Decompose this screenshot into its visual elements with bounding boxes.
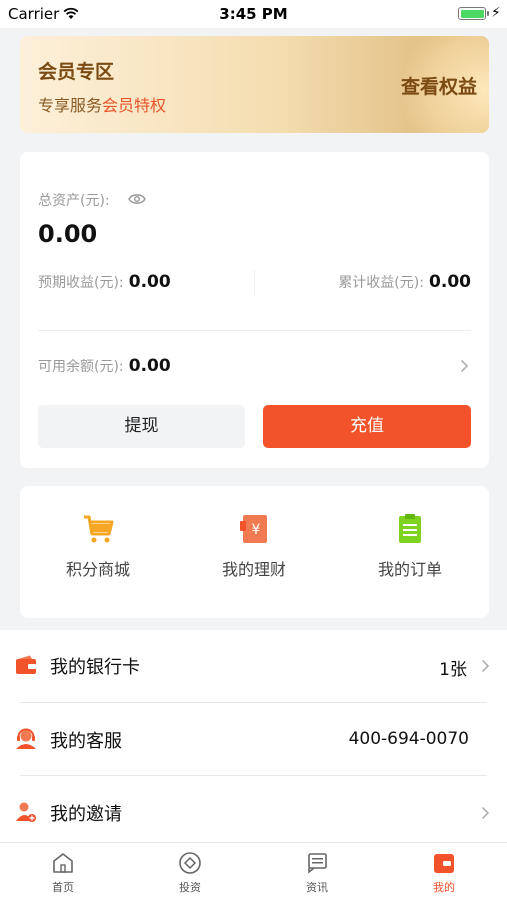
list-item-invitation[interactable]: 我的邀请 (0, 777, 507, 847)
tab-news[interactable]: 资讯 (254, 843, 380, 900)
list-item-customer-service[interactable]: 我的客服 400-694-0070 (0, 704, 507, 774)
expected-earnings: 预期收益(元): 0.00 (38, 272, 171, 292)
asset-card: 总资产(元): 0.00 预期收益(元): 0.00 累计收益(元): 0.00… (20, 152, 489, 468)
recharge-button[interactable]: 充值 (263, 405, 471, 448)
order-icon (399, 514, 421, 543)
list-item-label: 我的邀请 (50, 804, 122, 825)
eye-icon[interactable] (128, 193, 146, 205)
shortcut-card: 积分商城 ¥ 我的理财 我的订单 (20, 486, 489, 618)
vip-banner[interactable]: 会员专区 专享服务会员特权 查看权益 (20, 36, 489, 133)
vip-subtitle: 专享服务会员特权 (38, 96, 167, 115)
list-item-value: 1张 (439, 660, 467, 680)
divider (20, 775, 487, 776)
news-icon (308, 853, 327, 874)
cumulative-earnings-label: 累计收益(元): (338, 275, 424, 291)
available-balance-row[interactable]: 可用余额(元): 0.00 (38, 356, 171, 376)
menu-list: 我的银行卡 1张 我的客服 400-694-0070 我的邀请 (0, 630, 507, 842)
shortcut-points-mall[interactable]: 积分商城 (20, 512, 176, 580)
invest-icon (179, 852, 201, 874)
finance-icon: ¥ (240, 515, 267, 543)
available-balance-value: 0.00 (128, 356, 171, 376)
chevron-right-icon (481, 806, 490, 820)
wallet-icon (434, 854, 454, 873)
vip-subtitle-highlight: 会员特权 (102, 96, 167, 115)
battery-icon (458, 7, 489, 20)
chevron-right-icon[interactable] (460, 359, 469, 373)
total-assets-label: 总资产(元): (38, 193, 110, 209)
tab-label: 我的 (433, 881, 455, 894)
tab-home[interactable]: 首页 (0, 843, 126, 900)
shortcut-my-finance[interactable]: ¥ 我的理财 (176, 512, 332, 580)
total-assets-value: 0.00 (38, 220, 98, 248)
available-balance-label: 可用余额(元): (38, 359, 124, 375)
vip-title: 会员专区 (38, 61, 115, 83)
expected-earnings-value: 0.00 (128, 272, 171, 292)
cumulative-earnings: 累计收益(元): 0.00 (338, 272, 471, 292)
charging-bolt-icon: ⚡ (491, 5, 501, 21)
list-item-label: 我的客服 (50, 731, 122, 752)
shortcut-my-orders[interactable]: 我的订单 (332, 512, 488, 580)
shortcut-label: 我的订单 (377, 560, 442, 579)
cart-icon (84, 515, 114, 543)
invite-icon (16, 802, 36, 822)
divider (254, 270, 255, 296)
list-item-value: 400-694-0070 (348, 729, 469, 749)
expected-earnings-label: 预期收益(元): (38, 275, 124, 291)
cumulative-earnings-value: 0.00 (429, 272, 471, 292)
chevron-right-icon (481, 659, 490, 673)
customer-service-icon (16, 728, 36, 749)
list-item-label: 我的银行卡 (50, 657, 140, 678)
status-bar: Carrier 3:45 PM ⚡ (0, 0, 507, 28)
list-item-bank-card[interactable]: 我的银行卡 1张 (0, 630, 507, 700)
withdraw-button[interactable]: 提现 (38, 405, 245, 448)
shortcut-label: 我的理财 (221, 560, 286, 579)
divider (38, 330, 471, 331)
clock: 3:45 PM (219, 5, 288, 23)
home-icon (53, 853, 73, 873)
tab-bar: 首页 投资 资讯 我的 (0, 842, 507, 900)
svg-text:¥: ¥ (252, 522, 261, 538)
shortcut-label: 积分商城 (65, 560, 130, 579)
tab-invest[interactable]: 投资 (127, 843, 253, 900)
tab-label: 首页 (52, 881, 74, 894)
wallet-icon (16, 655, 36, 674)
tab-label: 投资 (179, 881, 201, 894)
divider (20, 702, 487, 703)
tab-label: 资讯 (306, 881, 328, 894)
tab-mine[interactable]: 我的 (381, 843, 507, 900)
view-benefits-link[interactable]: 查看权益 (401, 72, 477, 99)
